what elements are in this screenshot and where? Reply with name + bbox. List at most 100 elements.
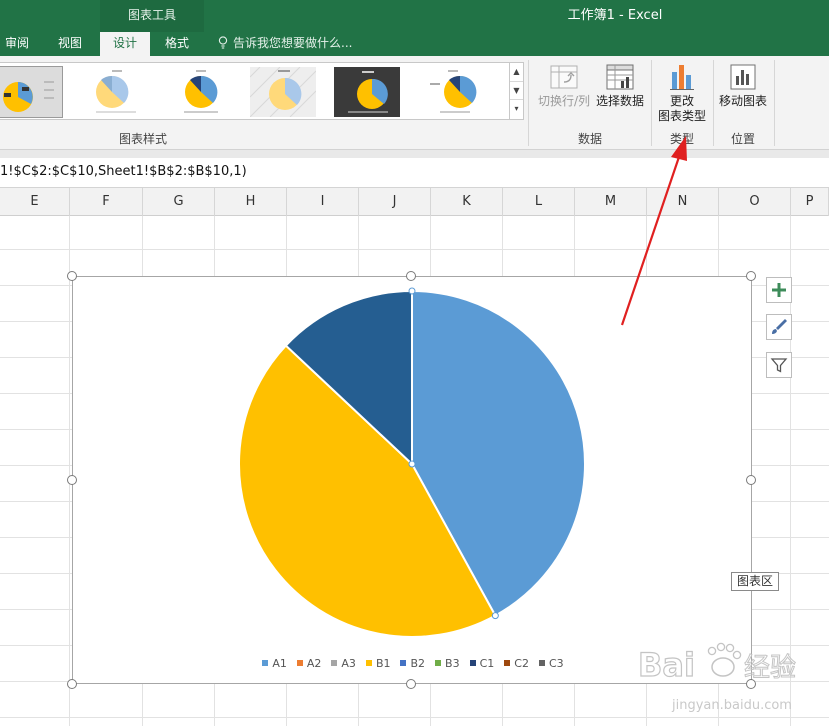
chart-style-thumb-2[interactable] — [84, 67, 150, 117]
legend-label: A3 — [341, 657, 356, 670]
pie-point-handle[interactable] — [491, 612, 499, 620]
legend-label: B1 — [375, 657, 391, 670]
resize-handle-right[interactable] — [746, 475, 756, 485]
resize-handle-top[interactable] — [406, 271, 416, 281]
lightbulb-icon — [218, 36, 228, 49]
plus-icon — [772, 283, 786, 297]
switch-row-column-label: 切换行/列 — [537, 94, 591, 108]
legend-swatch — [262, 660, 269, 666]
legend-label: C3 — [548, 657, 564, 670]
column-headers: EFGHIJKLMNOP — [0, 188, 829, 216]
switch-row-column-icon — [550, 65, 578, 89]
chart-style-thumb-6[interactable] — [418, 67, 484, 117]
chart-style-thumb-5[interactable] — [334, 67, 400, 117]
group-label-location: 位置 — [730, 132, 755, 146]
legend-label: C2 — [514, 657, 529, 670]
ribbon: ▲ ▼ ▾ 图表样式 切换行/列 选择数据 数据 更改 图表类型 类型 移动图表… — [0, 56, 829, 150]
switch-row-column-button[interactable]: 切换行/列 — [534, 62, 594, 109]
column-header-k[interactable]: K — [431, 188, 503, 216]
legend-label: C1 — [479, 657, 495, 670]
paintbrush-icon — [772, 319, 787, 334]
move-chart-icon — [730, 64, 756, 90]
column-header-j[interactable]: J — [359, 188, 431, 216]
grid-row-line — [0, 249, 829, 250]
watermark-brand: Bai — [638, 646, 695, 684]
resize-handle-top-right[interactable] — [746, 271, 756, 281]
legend-label: B3 — [445, 657, 460, 670]
title-bar: 图表工具 工作簿1 - Excel 审阅 视图 设计 格式 告诉我您想要做什么.… — [0, 0, 829, 56]
gallery-scroll[interactable]: ▲ ▼ ▾ — [509, 63, 523, 119]
legend-swatch — [435, 660, 442, 666]
chart-style-gallery: ▲ ▼ ▾ — [0, 62, 524, 120]
column-header-h[interactable]: H — [215, 188, 287, 216]
legend-entry-c2[interactable]: C2 — [504, 657, 529, 670]
tab-review[interactable]: 审阅 — [0, 32, 34, 56]
tab-design[interactable]: 设计 — [100, 32, 150, 56]
legend-swatch — [331, 660, 338, 666]
chart-styles-button[interactable] — [766, 314, 792, 340]
filter-icon — [770, 358, 788, 373]
legend-entry-c1[interactable]: C1 — [469, 657, 495, 670]
chart-elements-button[interactable] — [766, 277, 792, 303]
column-header-l[interactable]: L — [503, 188, 575, 216]
window-title: 工作簿1 - Excel — [567, 8, 663, 23]
legend-label: A1 — [272, 657, 287, 670]
resize-handle-bottom[interactable] — [406, 679, 416, 689]
column-header-i[interactable]: I — [287, 188, 359, 216]
context-tab-group-label: 图表工具 — [100, 0, 204, 32]
change-chart-type-button[interactable]: 更改 图表类型 — [654, 62, 710, 124]
chart-filters-button[interactable] — [766, 352, 792, 378]
change-chart-type-label-1: 更改 — [669, 94, 694, 108]
watermark-brand-2: 经验 — [744, 653, 796, 683]
change-chart-type-label-2: 图表类型 — [657, 109, 706, 123]
gallery-up-icon[interactable]: ▲ — [510, 63, 523, 82]
grid-row-line — [0, 717, 829, 718]
legend-entry-b3[interactable]: B3 — [435, 657, 460, 670]
baidu-watermark: Bai 经验 jingyan.baidu.com — [637, 642, 797, 713]
pie-center-handle[interactable] — [408, 460, 416, 468]
legend-entry-a1[interactable]: A1 — [262, 657, 287, 670]
ribbon-separator — [528, 60, 529, 146]
legend-swatch — [365, 660, 372, 666]
move-chart-label: 移动图表 — [718, 94, 767, 108]
annotation-arrow — [620, 136, 687, 326]
watermark-url: jingyan.baidu.com — [671, 698, 792, 713]
chart-style-thumb-3[interactable] — [168, 67, 234, 117]
resize-handle-left[interactable] — [67, 475, 77, 485]
select-data-icon — [606, 64, 634, 90]
chart-area-tooltip: 图表区 — [731, 572, 780, 591]
column-header-p[interactable]: P — [791, 188, 829, 216]
legend-entry-a2[interactable]: A2 — [296, 657, 321, 670]
column-header-e[interactable]: E — [0, 188, 70, 216]
formula-bar[interactable]: 1!$C$2:$C$10,Sheet1!$B$2:$B$10,1) — [0, 150, 829, 188]
legend-entry-b1[interactable]: B1 — [365, 657, 391, 670]
legend-swatch — [400, 660, 407, 666]
select-data-button[interactable]: 选择数据 — [594, 62, 646, 109]
group-label-chart-styles: 图表样式 — [118, 132, 167, 146]
gallery-down-icon[interactable]: ▼ — [510, 82, 523, 101]
column-header-o[interactable]: O — [719, 188, 791, 216]
ribbon-separator — [713, 60, 714, 146]
legend-entry-b2[interactable]: B2 — [400, 657, 425, 670]
excel-window: 图表工具 工作簿1 - Excel 审阅 视图 设计 格式 告诉我您想要做什么.… — [0, 0, 829, 726]
legend-entry-a3[interactable]: A3 — [331, 657, 356, 670]
column-header-g[interactable]: G — [143, 188, 215, 216]
legend-entry-c3[interactable]: C3 — [538, 657, 564, 670]
gallery-more-icon[interactable]: ▾ — [510, 100, 523, 119]
legend-label: B2 — [410, 657, 426, 670]
tell-me-box[interactable]: 告诉我您想要做什么... — [218, 32, 352, 56]
resize-handle-top-left[interactable] — [67, 271, 77, 281]
chart-style-thumb-1[interactable] — [0, 66, 63, 118]
tab-view[interactable]: 视图 — [48, 32, 92, 56]
legend-swatch — [504, 660, 511, 666]
resize-handle-bottom-left[interactable] — [67, 679, 77, 689]
pie-point-handle[interactable] — [408, 287, 416, 295]
paw-icon — [707, 642, 742, 677]
chart-style-thumb-4[interactable] — [250, 67, 316, 117]
column-header-f[interactable]: F — [70, 188, 143, 216]
change-chart-type-icon — [670, 65, 694, 90]
move-chart-button[interactable]: 移动图表 — [716, 62, 770, 109]
legend-swatch — [296, 660, 303, 666]
tab-format[interactable]: 格式 — [154, 32, 200, 56]
formula-text: 1!$C$2:$C$10,Sheet1!$B$2:$B$10,1) — [0, 164, 247, 179]
